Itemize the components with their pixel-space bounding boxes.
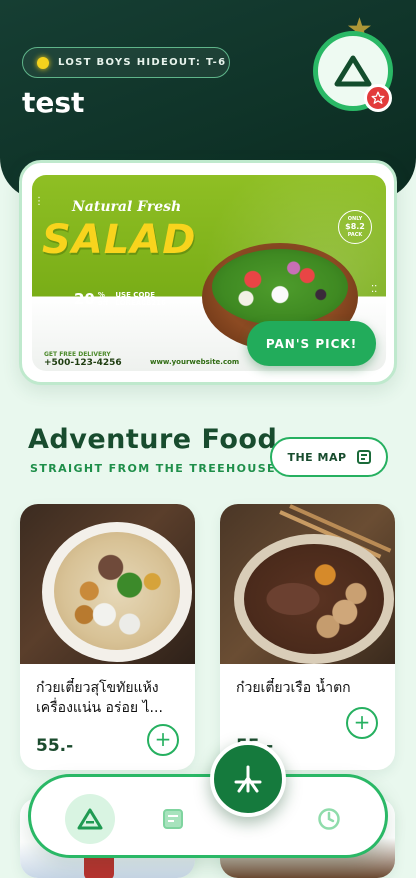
add-action-button[interactable] bbox=[210, 741, 286, 817]
promo-off: off bbox=[97, 299, 109, 307]
promo-block: 20 % off USE CODE LOREA0B216 bbox=[74, 290, 166, 308]
promo-percent-unit: % bbox=[97, 291, 105, 299]
price-badge: ONLY $8.2 PACK bbox=[338, 210, 372, 244]
map-icon bbox=[356, 450, 371, 464]
page-title: test bbox=[22, 86, 85, 119]
dots-decoration-icon: ⋮ bbox=[34, 196, 44, 207]
menu-item-card[interactable]: ก๋วยเตี๋ยวสุโขทัยแห้งเครื่องแน่น อร่อย ไ… bbox=[20, 504, 195, 770]
map-button-label: THE MAP bbox=[287, 450, 347, 464]
website-label: www.yourwebsite.com bbox=[150, 358, 240, 366]
add-to-cart-button[interactable]: + bbox=[147, 724, 179, 756]
boat-noodle-image bbox=[220, 504, 395, 664]
badge-line2: $8.2 bbox=[345, 221, 365, 231]
badge-line3: PACK bbox=[347, 231, 363, 238]
promo-unit: % off bbox=[98, 291, 108, 307]
the-map-button[interactable]: THE MAP bbox=[270, 437, 388, 477]
menu-icon bbox=[163, 809, 183, 829]
pans-pick-button[interactable]: PAN'S PICK! bbox=[247, 321, 376, 366]
menu-item-name: ก๋วยเตี๋ยวสุโขทัยแห้งเครื่องแน่น อร่อย ไ… bbox=[36, 680, 163, 716]
add-icon bbox=[234, 765, 262, 793]
location-label: LOST BOYS HIDEOUT: T-6 bbox=[58, 57, 227, 68]
status-dot-icon bbox=[37, 56, 49, 69]
bottom-nav bbox=[28, 774, 388, 858]
history-icon bbox=[318, 808, 340, 830]
promo-code: LOREA0B216 bbox=[115, 299, 166, 307]
nav-menu[interactable] bbox=[153, 799, 193, 839]
plus-icon: + bbox=[154, 727, 172, 751]
plus-icon: + bbox=[353, 710, 371, 734]
section-title: Adventure Food bbox=[28, 424, 278, 455]
promo-percent: 20 bbox=[74, 290, 95, 308]
banner-headline-large: SALAD bbox=[42, 217, 197, 263]
add-to-cart-button[interactable]: + bbox=[346, 707, 378, 739]
nav-home[interactable] bbox=[65, 794, 115, 844]
section-subtitle: STRAIGHT FROM THE TREEHOUSE bbox=[30, 462, 276, 475]
menu-item-name: ก๋วยเตี๋ยวเรือ น้ำตก bbox=[236, 680, 351, 696]
banner-headline-small: Natural Fresh bbox=[72, 199, 182, 215]
delivery-info: GET FREE DELIVERY +500-123-4256 bbox=[44, 351, 122, 368]
menu-item-price: 55.- bbox=[36, 736, 74, 756]
promo-use-code: USE CODE bbox=[115, 291, 155, 299]
promo-code-block: USE CODE LOREA0B216 bbox=[115, 291, 166, 307]
home-icon bbox=[77, 808, 103, 830]
nav-history[interactable] bbox=[309, 799, 349, 839]
noodle-bowl-image bbox=[20, 504, 195, 664]
dots-decoration-icon: ⁚⁚ bbox=[371, 284, 378, 295]
delivery-label: GET FREE DELIVERY bbox=[44, 351, 111, 358]
delivery-phone: +500-123-4256 bbox=[44, 358, 122, 368]
menu-item-card[interactable]: ก๋วยเตี๋ยวเรือ น้ำตก 55.- + bbox=[220, 504, 395, 770]
star-badge-icon bbox=[364, 84, 392, 112]
peak-logo-icon bbox=[334, 55, 372, 87]
location-pill[interactable]: LOST BOYS HIDEOUT: T-6 bbox=[22, 47, 230, 78]
salad-contents-image bbox=[212, 249, 348, 325]
